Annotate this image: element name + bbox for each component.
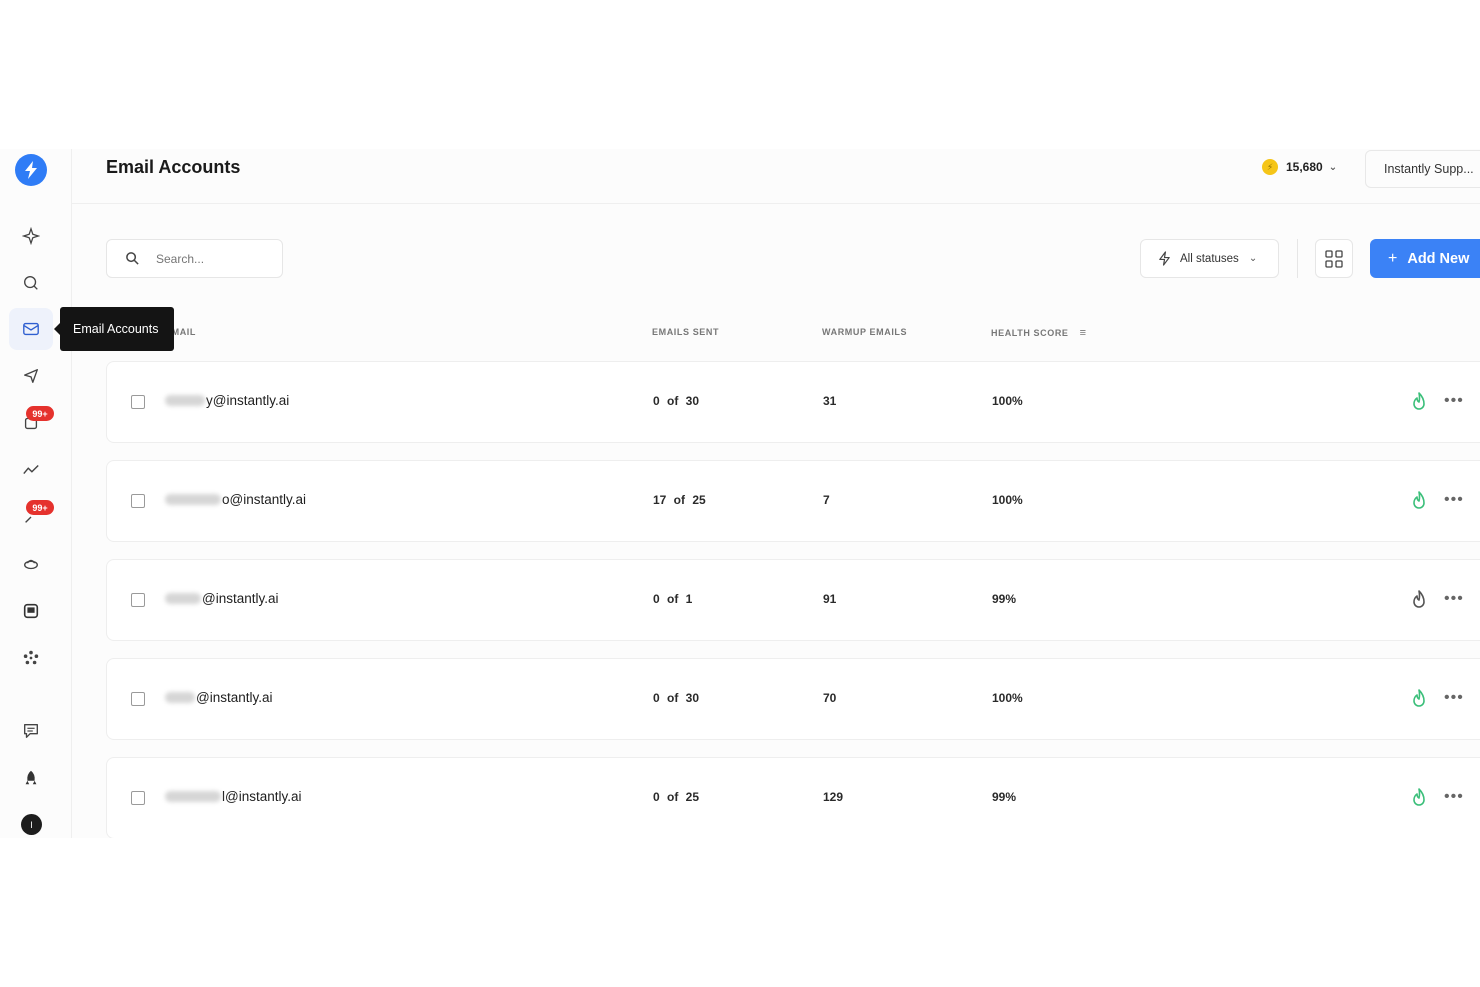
- warmup-emails: 31: [823, 394, 837, 408]
- email-visible: y@instantly.ai: [206, 393, 290, 408]
- nav-rocket-icon[interactable]: [9, 757, 53, 799]
- add-new-label: Add New: [1407, 250, 1470, 267]
- nav-search-icon[interactable]: [9, 262, 53, 304]
- instantly-logo[interactable]: [15, 154, 47, 186]
- more-options-icon[interactable]: •••: [1444, 689, 1464, 707]
- email-visible: o@instantly.ai: [222, 492, 306, 507]
- email-address[interactable]: l@instantly.ai: [165, 789, 301, 804]
- nav-analytics-icon[interactable]: [9, 449, 53, 491]
- row-checkbox[interactable]: [131, 593, 145, 607]
- app-window: 99+ 99+ I Email Accounts Email Accounts …: [0, 149, 1480, 838]
- email-visible: @instantly.ai: [202, 591, 279, 606]
- nav-email-accounts-icon[interactable]: [9, 308, 53, 350]
- status-filter-dropdown[interactable]: All statuses ⌄: [1140, 239, 1279, 278]
- more-options-icon[interactable]: •••: [1444, 491, 1464, 509]
- health-score: 100%: [992, 691, 1023, 705]
- status-filter-label: All statuses: [1180, 252, 1239, 265]
- health-score: 100%: [992, 394, 1023, 408]
- nav-integrations-icon[interactable]: [9, 637, 53, 679]
- plus-icon: +: [1388, 249, 1398, 267]
- workspace-selector[interactable]: Instantly Supp...: [1365, 150, 1480, 188]
- sidebar: 99+ 99+ I: [0, 149, 72, 838]
- grid-view-button[interactable]: [1315, 239, 1353, 278]
- warmup-flame-icon[interactable]: [1410, 788, 1428, 808]
- email-address[interactable]: o@instantly.ai: [165, 492, 306, 507]
- sidebar-tooltip: Email Accounts: [54, 307, 174, 351]
- warmup-flame-icon[interactable]: [1410, 689, 1428, 709]
- column-header-health-score[interactable]: HEALTH SCORE ≡: [991, 327, 1087, 339]
- table-row[interactable]: y@instantly.ai 0 of 30 31 100% •••: [106, 361, 1480, 443]
- redacted-text: [165, 395, 205, 406]
- email-address[interactable]: @instantly.ai: [165, 690, 273, 705]
- email-address[interactable]: y@instantly.ai: [165, 393, 289, 408]
- user-avatar[interactable]: I: [21, 814, 42, 835]
- more-options-icon[interactable]: •••: [1444, 590, 1464, 608]
- row-checkbox[interactable]: [131, 692, 145, 706]
- warmup-flame-icon[interactable]: [1410, 590, 1428, 610]
- search-icon: [126, 252, 139, 265]
- notification-badge: 99+: [26, 406, 54, 421]
- redacted-text: [165, 593, 201, 604]
- health-score: 99%: [992, 592, 1017, 606]
- table-row[interactable]: @instantly.ai 0 of 1 91 99% •••: [106, 559, 1480, 641]
- add-new-button[interactable]: + Add New: [1370, 239, 1480, 278]
- emails-sent: 0 of 30: [653, 691, 700, 705]
- emails-sent: 0 of 25: [653, 790, 700, 804]
- table-row[interactable]: o@instantly.ai 17 of 25 7 100% •••: [106, 460, 1480, 542]
- warmup-emails: 70: [823, 691, 837, 705]
- more-options-icon[interactable]: •••: [1444, 392, 1464, 410]
- warmup-emails: 7: [823, 493, 830, 507]
- sort-icon[interactable]: ≡: [1080, 327, 1087, 339]
- page-title: Email Accounts: [106, 157, 241, 177]
- emails-sent: 0 of 1: [653, 592, 693, 606]
- grid-icon: [1325, 249, 1343, 268]
- emails-sent: 17 of 25: [653, 493, 706, 507]
- redacted-text: [165, 791, 221, 802]
- table-row[interactable]: @instantly.ai 0 of 30 70 100% •••: [106, 658, 1480, 740]
- search-input[interactable]: [156, 251, 266, 266]
- email-address[interactable]: @instantly.ai: [165, 591, 279, 606]
- health-score-label: HEALTH SCORE: [991, 328, 1069, 338]
- search-box[interactable]: [106, 239, 283, 278]
- email-visible: l@instantly.ai: [222, 789, 302, 804]
- warmup-emails: 91: [823, 592, 837, 606]
- email-visible: @instantly.ai: [196, 690, 273, 705]
- table-row[interactable]: l@instantly.ai 0 of 25 129 99% •••: [106, 757, 1480, 838]
- nav-feedback-icon[interactable]: [9, 710, 53, 752]
- column-header-emails-sent[interactable]: EMAILS SENT: [652, 327, 719, 337]
- row-checkbox[interactable]: [131, 395, 145, 409]
- top-header: Email Accounts ⚡ 15,680 ⌄ Instantly Supp…: [72, 149, 1480, 204]
- health-score: 99%: [992, 790, 1017, 804]
- chevron-down-icon: ⌄: [1248, 253, 1258, 264]
- more-options-icon[interactable]: •••: [1444, 788, 1464, 806]
- nav-inbox-icon[interactable]: [9, 590, 53, 632]
- credits-value: 15,680: [1286, 160, 1323, 174]
- nav-campaigns-icon[interactable]: [9, 355, 53, 397]
- coin-icon: ⚡: [1262, 159, 1278, 175]
- nav-crm-icon[interactable]: [9, 543, 53, 585]
- health-score: 100%: [992, 493, 1023, 507]
- bolt-icon: [1159, 251, 1170, 266]
- row-checkbox[interactable]: [131, 791, 145, 805]
- redacted-text: [165, 692, 195, 703]
- toolbar-divider: [1297, 239, 1298, 278]
- nav-ai-icon[interactable]: [9, 215, 53, 257]
- credits-dropdown[interactable]: ⚡ 15,680 ⌄: [1262, 159, 1337, 175]
- warmup-flame-icon[interactable]: [1410, 491, 1428, 511]
- warmup-flame-icon[interactable]: [1410, 392, 1428, 412]
- chevron-down-icon: ⌄: [1328, 161, 1338, 173]
- column-header-warmup-emails[interactable]: WARMUP EMAILS: [822, 327, 907, 337]
- notification-badge: 99+: [26, 500, 54, 515]
- redacted-text: [165, 494, 221, 505]
- emails-sent: 0 of 30: [653, 394, 700, 408]
- row-checkbox[interactable]: [131, 494, 145, 508]
- warmup-emails: 129: [823, 790, 844, 804]
